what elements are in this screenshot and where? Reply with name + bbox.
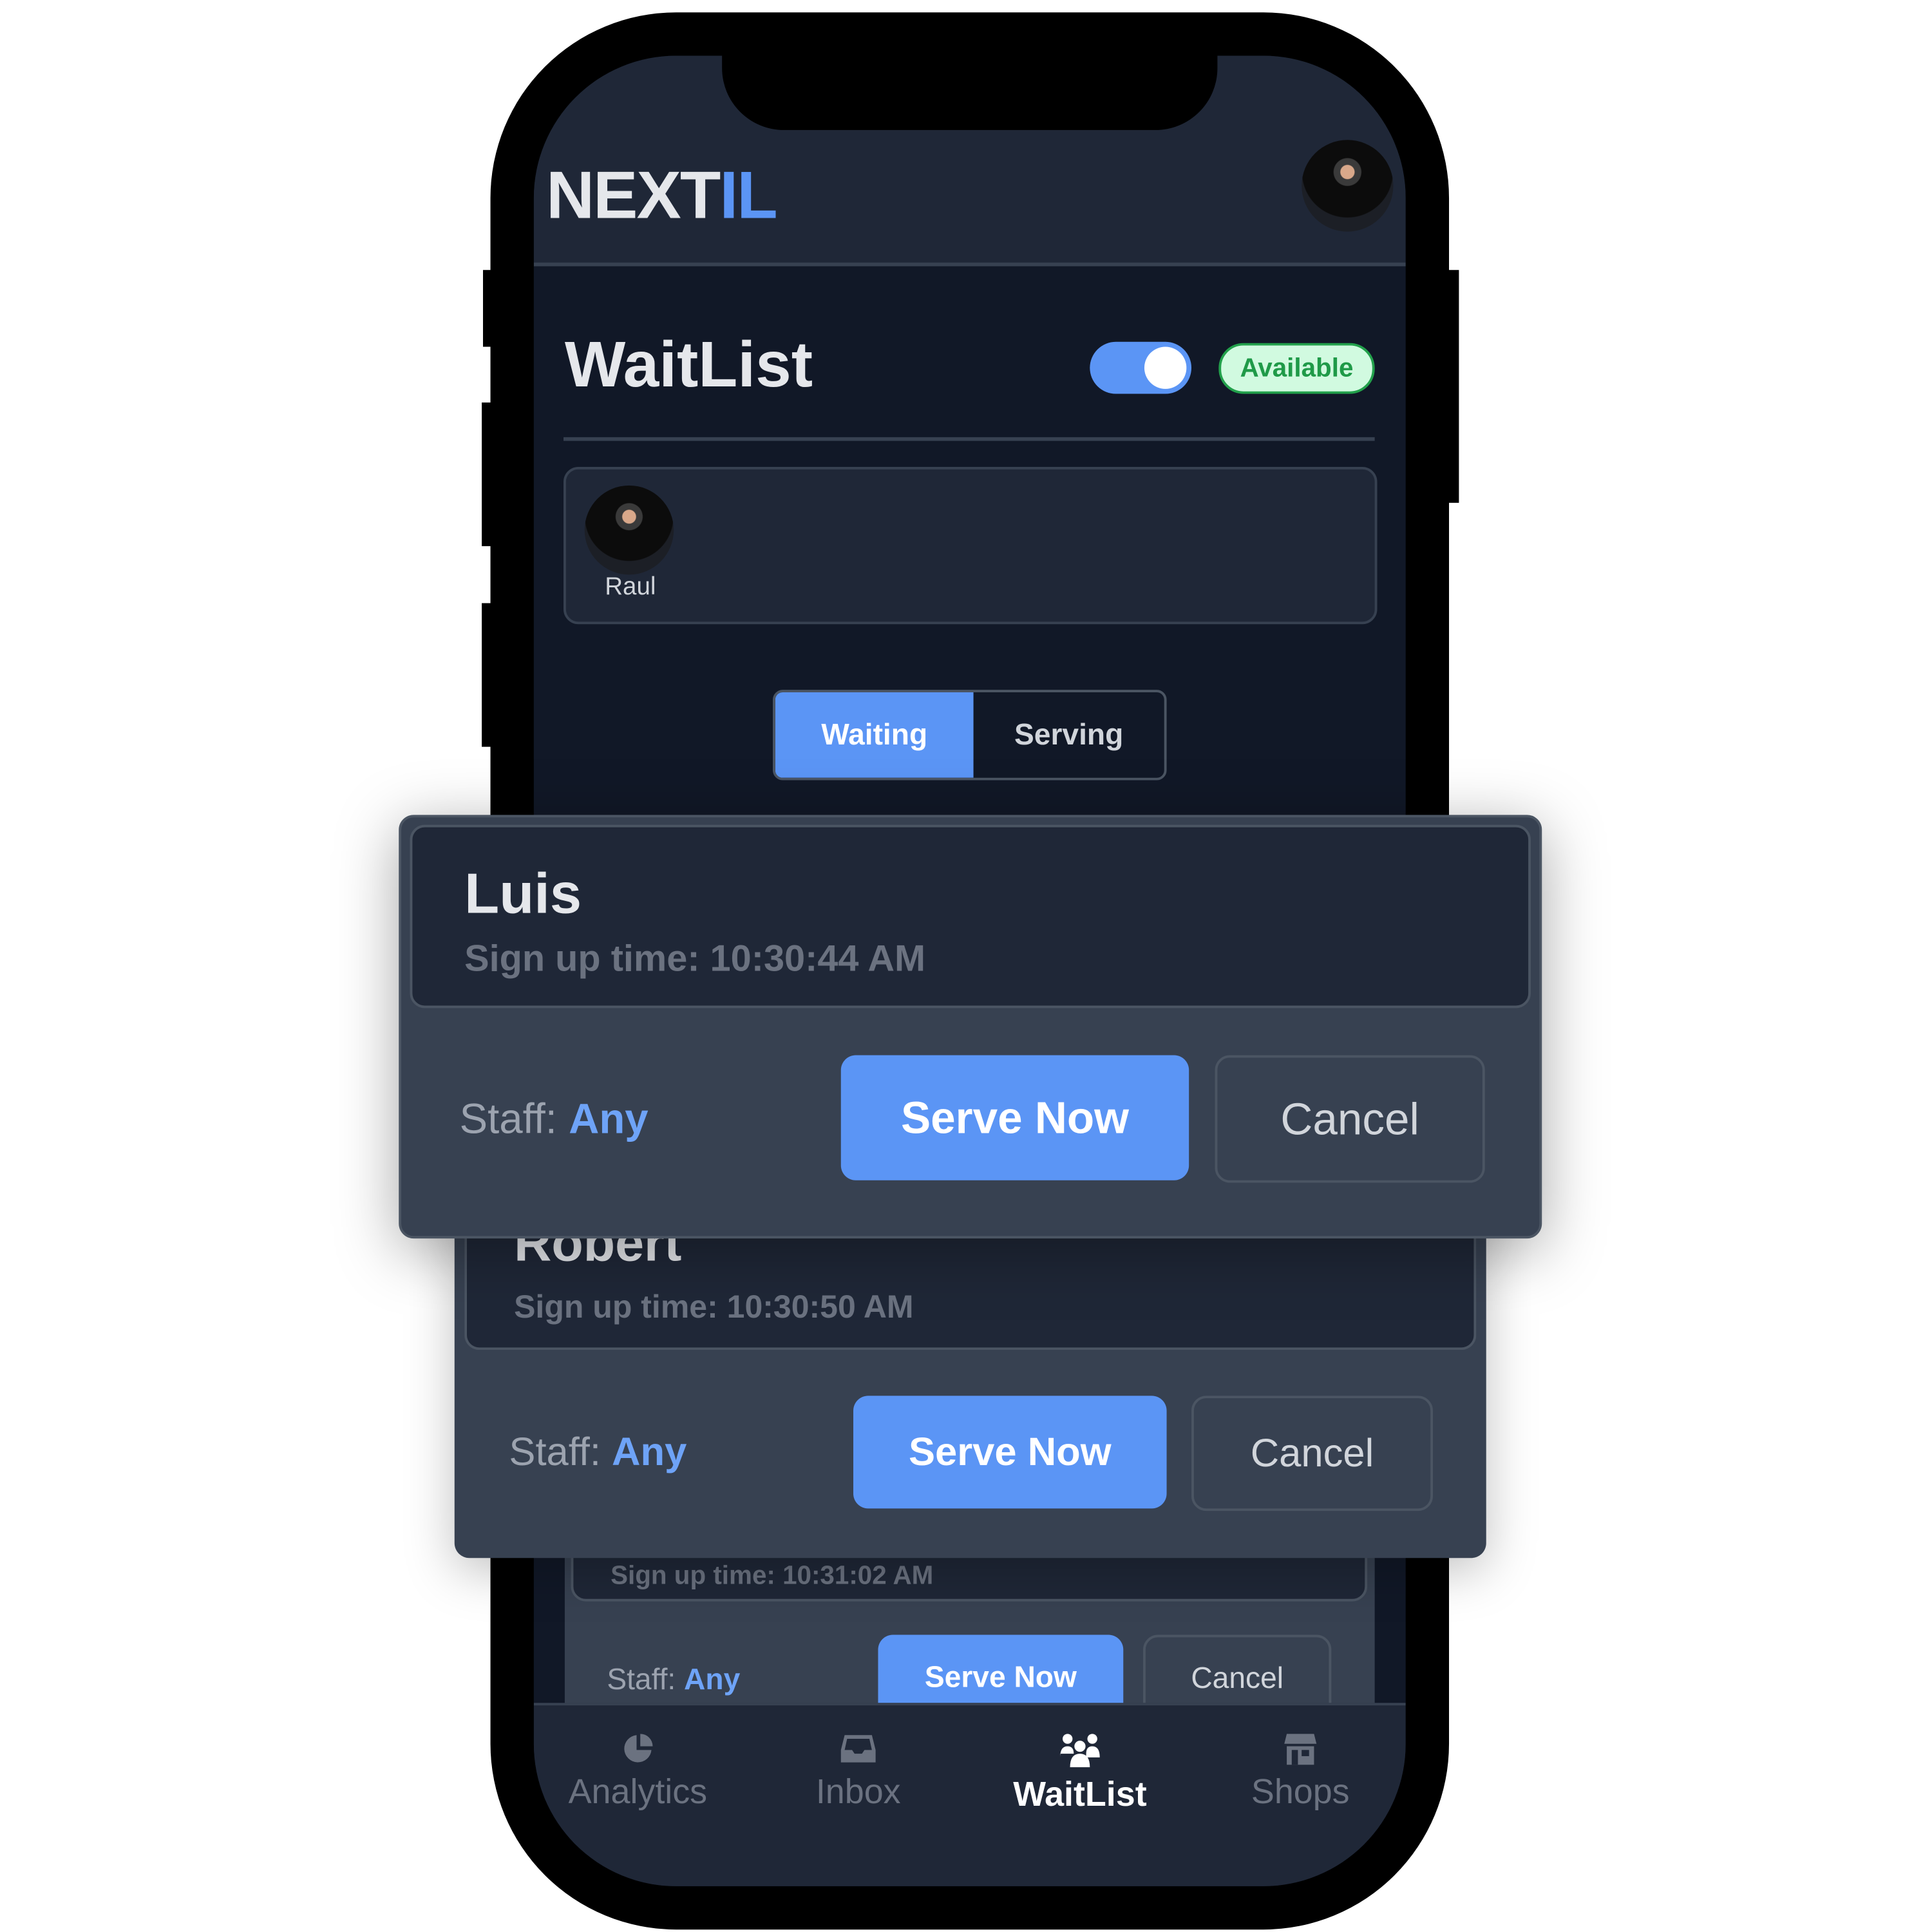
staff-label: Staff: bbox=[509, 1429, 601, 1474]
queue-card: Luis Sign up time: 10:30:44 AM Staff: An… bbox=[399, 815, 1542, 1239]
logo-accent: IL bbox=[719, 158, 777, 233]
nav-analytics[interactable]: Analytics bbox=[539, 1732, 737, 1812]
divider bbox=[564, 437, 1375, 441]
signup-time: Sign up time: 10:30:50 AM bbox=[514, 1288, 914, 1325]
logo: NEXTIL bbox=[546, 157, 778, 234]
status-badge: Available bbox=[1218, 343, 1375, 394]
signup-time: Sign up time: 10:30:44 AM bbox=[464, 938, 926, 980]
staff-value: Any bbox=[612, 1429, 687, 1474]
serve-now-button[interactable]: Serve Now bbox=[853, 1396, 1167, 1509]
cancel-button[interactable]: Cancel bbox=[1191, 1396, 1434, 1511]
store-icon bbox=[1284, 1734, 1317, 1765]
nav-shops[interactable]: Shops bbox=[1201, 1732, 1399, 1812]
logo-text: NEXT bbox=[546, 158, 721, 233]
cancel-button[interactable]: Cancel bbox=[1215, 1055, 1485, 1183]
staff-assignment: Staff: Any bbox=[607, 1663, 740, 1698]
queue-card: Robert Sign up time: 10:30:50 AM Staff: … bbox=[454, 1189, 1486, 1558]
status-segmented-control: Waiting Serving bbox=[773, 690, 1167, 781]
nav-label: WaitList bbox=[1013, 1774, 1147, 1814]
signup-time: Sign up time: 10:31:02 AM bbox=[611, 1562, 934, 1591]
nav-inbox[interactable]: Inbox bbox=[759, 1732, 958, 1812]
staff-name: Raul bbox=[605, 573, 656, 601]
nav-label: Shops bbox=[1251, 1772, 1350, 1811]
page-title: WaitList bbox=[564, 329, 813, 402]
staff-assignment: Staff: Any bbox=[509, 1429, 687, 1475]
notch bbox=[722, 55, 1218, 130]
staff-selector: Raul bbox=[564, 467, 1378, 625]
profile-avatar[interactable] bbox=[1302, 140, 1394, 232]
serve-now-button[interactable]: Serve Now bbox=[840, 1055, 1189, 1180]
staff-value: Any bbox=[684, 1663, 741, 1697]
tab-serving[interactable]: Serving bbox=[974, 692, 1164, 778]
tab-waiting[interactable]: Waiting bbox=[775, 692, 974, 778]
staff-assignment: Staff: Any bbox=[459, 1096, 648, 1144]
toggle-knob bbox=[1144, 346, 1187, 389]
queue-card-header: Luis Sign up time: 10:30:44 AM bbox=[410, 824, 1531, 1009]
staff-value: Any bbox=[569, 1095, 649, 1144]
availability-toggle[interactable] bbox=[1090, 341, 1192, 394]
users-icon bbox=[1060, 1734, 1100, 1768]
nav-waitlist[interactable]: WaitList bbox=[981, 1732, 1179, 1814]
customer-name: Luis bbox=[464, 860, 582, 925]
pie-chart-icon bbox=[624, 1734, 653, 1763]
nav-label: Inbox bbox=[815, 1772, 901, 1811]
mockup-stage: NEXTIL WaitList Available Raul Waiting S… bbox=[0, 0, 1932, 1932]
staff-avatar-raul[interactable] bbox=[584, 485, 674, 575]
nav-label: Analytics bbox=[568, 1772, 708, 1811]
staff-label: Staff: bbox=[459, 1095, 557, 1144]
inbox-icon bbox=[840, 1735, 876, 1763]
staff-label: Staff: bbox=[607, 1663, 676, 1697]
bottom-nav: Analytics Inbox WaitList Shops bbox=[533, 1703, 1406, 1886]
